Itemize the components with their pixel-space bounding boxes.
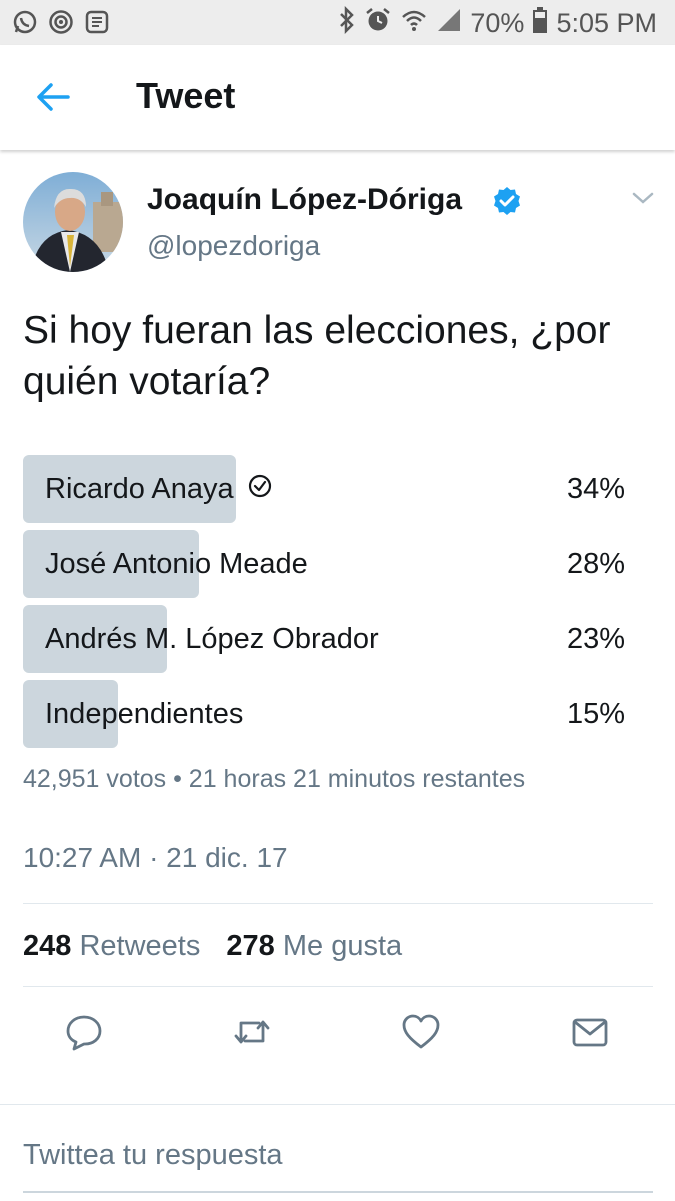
target-icon [48, 9, 74, 35]
poll-option-label: Andrés M. López Obrador [45, 623, 379, 655]
app-header: Tweet [0, 45, 675, 150]
battery-percent: 70% [470, 7, 525, 38]
check-circle-icon [248, 473, 272, 506]
arrow-left-icon [37, 83, 70, 111]
poll-option-percent: 28% [566, 548, 625, 580]
wifi-icon [400, 6, 428, 41]
tweet-timestamp: 10:27 AM · 21 dic. 17 [23, 842, 288, 873]
author-handle[interactable]: @lopezdoriga [147, 230, 320, 262]
divider [23, 986, 653, 987]
tweet-text: Si hoy fueran las elecciones, ¿por quién… [23, 309, 611, 403]
whatsapp-icon [12, 9, 38, 35]
avatar[interactable] [23, 172, 123, 272]
poll-option-percent: 23% [566, 623, 625, 655]
reply-input[interactable]: Twittea tu respuesta [23, 1139, 283, 1172]
heart-icon [402, 1014, 440, 1049]
verified-badge-icon [492, 186, 522, 216]
poll-option: Independientes 15% [23, 680, 635, 748]
page-title: Tweet [136, 75, 236, 116]
poll-meta: 42,951 votos • 21 horas 21 minutos resta… [23, 765, 526, 793]
poll-option-percent: 34% [566, 473, 625, 505]
reply-composer: Twittea tu respuesta [0, 1104, 675, 1201]
status-bar: 70% 5:05 PM [0, 0, 675, 45]
alarm-icon [364, 6, 392, 41]
bluetooth-icon [338, 5, 356, 41]
poll-option: José Antonio Meade 28% [23, 530, 635, 598]
divider [23, 903, 653, 904]
back-button[interactable] [34, 77, 74, 117]
retweets-count[interactable]: 248 [23, 930, 71, 962]
battery-icon [532, 6, 548, 41]
retweets-label[interactable]: Retweets [79, 930, 200, 962]
poll-option: Ricardo Anaya 34% [23, 455, 635, 523]
retweet-button[interactable] [232, 1012, 272, 1052]
reply-icon [66, 1015, 102, 1051]
poll-option-label: Ricardo Anaya [45, 473, 234, 505]
status-left-icons [12, 9, 110, 35]
envelope-icon [572, 1018, 608, 1047]
message-button[interactable] [570, 1012, 610, 1052]
poll-option-label: Independientes [45, 698, 244, 730]
reply-button[interactable] [64, 1012, 104, 1052]
likes-label[interactable]: Me gusta [283, 930, 402, 962]
likes-count[interactable]: 278 [226, 930, 274, 962]
notes-icon [84, 9, 110, 35]
author-name[interactable]: Joaquín López-Dóriga [147, 183, 462, 217]
status-time: 5:05 PM [556, 7, 657, 38]
chevron-down-icon[interactable] [631, 190, 655, 206]
poll-option: Andrés M. López Obrador 23% [23, 605, 635, 673]
status-right: 70% 5:05 PM [338, 5, 657, 41]
poll-option-percent: 15% [566, 698, 625, 730]
poll-option-label: José Antonio Meade [45, 548, 308, 580]
signal-icon [436, 7, 462, 40]
retweet-icon [234, 1020, 270, 1044]
tweet-stats: 248 Retweets 278 Me gusta [23, 930, 402, 963]
like-button[interactable] [401, 1012, 441, 1052]
reply-underline [23, 1191, 653, 1193]
